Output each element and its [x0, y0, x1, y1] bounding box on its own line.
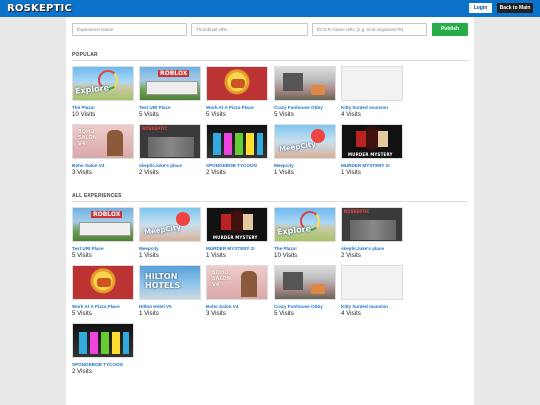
- game-card[interactable]: The Plaza! 10 Visits: [274, 207, 336, 259]
- game-title[interactable]: Hilton Hotel V5: [139, 304, 201, 309]
- game-card[interactable]: The Plaza! 10 Visits: [72, 66, 134, 118]
- game-thumbnail[interactable]: [341, 124, 403, 159]
- game-title[interactable]: Meepcity: [274, 163, 336, 168]
- game-title[interactable]: Boho Salon V4: [72, 163, 134, 168]
- game-visits: 5 Visits: [206, 111, 226, 118]
- logo[interactable]: ROSKEPTIC: [7, 3, 72, 14]
- game-title[interactable]: skeptic.luke's place: [139, 163, 201, 168]
- game-card[interactable]: Work At A Pizza Place 5 Visits: [206, 66, 268, 118]
- game-card[interactable]: Test URI Place 5 Visits: [139, 66, 201, 118]
- game-visits: 2 Visits: [72, 368, 92, 375]
- popular-heading: POPULAR: [72, 52, 98, 58]
- game-title[interactable]: Test URI Place: [139, 105, 201, 110]
- game-card[interactable]: Kitty hunted mansion 4 Visits: [341, 265, 403, 317]
- game-thumbnail[interactable]: [341, 66, 403, 101]
- game-visits: 5 Visits: [274, 111, 294, 118]
- experience-name-input[interactable]: Experience Name: [72, 23, 187, 36]
- game-thumbnail[interactable]: [72, 207, 134, 242]
- game-thumbnail[interactable]: [72, 66, 134, 101]
- game-visits: 5 Visits: [274, 310, 294, 317]
- game-visits: 3 Visits: [72, 169, 92, 176]
- game-card[interactable]: MURDER MYSTERY 2! 1 Visits: [206, 207, 268, 259]
- thumbnail-url-input[interactable]: Thumbnail URL: [191, 23, 308, 36]
- game-visits: 4 Visits: [341, 111, 361, 118]
- game-card[interactable]: skeptic.luke's place 2 Visits: [139, 124, 201, 176]
- game-thumbnail[interactable]: [274, 124, 336, 159]
- game-card[interactable]: Test URI Place 5 Visits: [72, 207, 134, 259]
- game-card[interactable]: Hilton Hotel V5 1 Visits: [139, 265, 201, 317]
- game-title[interactable]: Kitty hunted mansion: [341, 105, 403, 110]
- game-title[interactable]: The Plaza!: [274, 246, 336, 251]
- game-card[interactable]: Crazy Funhouse Obby 5 Visits: [274, 66, 336, 118]
- game-thumbnail[interactable]: [206, 207, 268, 242]
- game-title[interactable]: Crazy Funhouse Obby: [274, 105, 336, 110]
- all-experiences-divider: [72, 201, 468, 202]
- game-card[interactable]: Meepcity 1 Visits: [274, 124, 336, 176]
- game-visits: 1 Visits: [341, 169, 361, 176]
- game-title[interactable]: Meepcity: [139, 246, 201, 251]
- game-visits: 1 Visits: [139, 252, 159, 259]
- game-thumbnail[interactable]: [274, 265, 336, 300]
- game-thumbnail[interactable]: [274, 207, 336, 242]
- popular-divider: [72, 60, 468, 61]
- game-visits: 10 Visits: [274, 252, 298, 259]
- game-visits: 5 Visits: [72, 310, 92, 317]
- game-thumbnail[interactable]: [206, 265, 268, 300]
- game-title[interactable]: SPONGEBOB TYCOON: [72, 362, 134, 367]
- game-title[interactable]: SPONGEBOB TYCOON: [206, 163, 268, 168]
- game-visits: 5 Visits: [72, 252, 92, 259]
- publish-button[interactable]: Publish: [432, 23, 468, 36]
- game-thumbnail[interactable]: [72, 124, 134, 159]
- game-title[interactable]: Kitty hunted mansion: [341, 304, 403, 309]
- game-visits: 10 Visits: [72, 111, 96, 118]
- game-visits: 3 Visits: [206, 310, 226, 317]
- game-title[interactable]: Work At A Pizza Place: [206, 105, 268, 110]
- game-card[interactable]: MURDER MYSTERY 2! 1 Visits: [341, 124, 403, 176]
- login-button[interactable]: Login: [469, 3, 492, 13]
- game-thumbnail[interactable]: [139, 124, 201, 159]
- game-title[interactable]: MURDER MYSTERY 2!: [341, 163, 403, 168]
- game-thumbnail[interactable]: [139, 66, 201, 101]
- game-url-input[interactable]: ECS:R Game URL (e.g. ecsr.io/games/79): [312, 23, 427, 36]
- game-title[interactable]: MURDER MYSTERY 2!: [206, 246, 268, 251]
- game-card[interactable]: Meepcity 1 Visits: [139, 207, 201, 259]
- game-card[interactable]: Boho Salon V4 3 Visits: [72, 124, 134, 176]
- game-visits: 2 Visits: [139, 169, 159, 176]
- game-card[interactable]: Crazy Funhouse Obby 5 Visits: [274, 265, 336, 317]
- game-visits: 1 Visits: [206, 252, 226, 259]
- game-title[interactable]: Boho Salon V4: [206, 304, 268, 309]
- game-visits: 1 Visits: [139, 310, 159, 317]
- game-visits: 2 Visits: [341, 252, 361, 259]
- game-thumbnail[interactable]: [139, 265, 201, 300]
- game-thumbnail[interactable]: [206, 66, 268, 101]
- game-title[interactable]: Crazy Funhouse Obby: [274, 304, 336, 309]
- game-card[interactable]: SPONGEBOB TYCOON 2 Visits: [72, 323, 134, 375]
- game-visits: 1 Visits: [274, 169, 294, 176]
- game-thumbnail[interactable]: [341, 265, 403, 300]
- top-navbar: ROSKEPTIC Login Back to Main: [0, 0, 540, 17]
- game-card[interactable]: SPONGEBOB TYCOON 2 Visits: [206, 124, 268, 176]
- game-title[interactable]: skeptic.luke's place: [341, 246, 403, 251]
- all-experiences-heading: ALL EXPERIENCES: [72, 193, 122, 199]
- back-to-main-button[interactable]: Back to Main: [497, 3, 533, 13]
- game-thumbnail[interactable]: [139, 207, 201, 242]
- game-visits: 4 Visits: [341, 310, 361, 317]
- game-card[interactable]: Kitty hunted mansion 4 Visits: [341, 66, 403, 118]
- game-card[interactable]: skeptic.luke's place 2 Visits: [341, 207, 403, 259]
- game-title[interactable]: Work At A Pizza Place: [72, 304, 134, 309]
- game-title[interactable]: Test URI Place: [72, 246, 134, 251]
- game-card[interactable]: Work At A Pizza Place 5 Visits: [72, 265, 134, 317]
- game-title[interactable]: The Plaza!: [72, 105, 134, 110]
- game-thumbnail[interactable]: [341, 207, 403, 242]
- game-visits: 2 Visits: [206, 169, 226, 176]
- game-thumbnail[interactable]: [206, 124, 268, 159]
- game-thumbnail[interactable]: [72, 323, 134, 358]
- game-card[interactable]: Boho Salon V4 3 Visits: [206, 265, 268, 317]
- game-visits: 5 Visits: [139, 111, 159, 118]
- game-thumbnail[interactable]: [274, 66, 336, 101]
- game-thumbnail[interactable]: [72, 265, 134, 300]
